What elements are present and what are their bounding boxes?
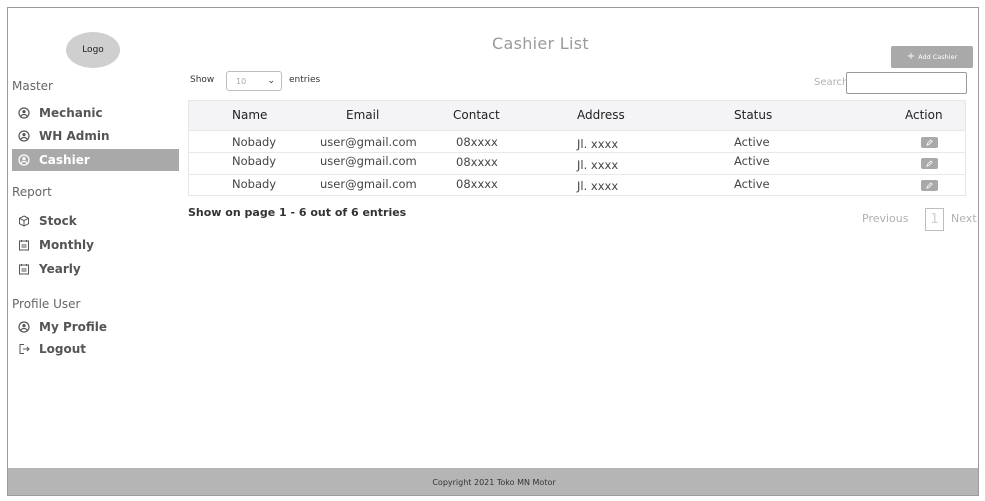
logo: Logo (66, 32, 120, 68)
column-header-action: Action (905, 108, 943, 122)
sidebar-item-yearly[interactable]: Yearly (12, 258, 179, 280)
edit-icon (926, 139, 933, 146)
page-title: Cashier List (492, 34, 589, 53)
cell-contact: 08xxxx (456, 155, 498, 169)
user-circle-icon (18, 107, 30, 119)
add-cashier-button[interactable]: + Add Cashier (891, 46, 973, 68)
user-circle-icon (18, 321, 30, 333)
sidebar-item-label: WH Admin (39, 129, 110, 143)
cell-email: user@gmail.com (320, 135, 417, 149)
sidebar-item-cashier[interactable]: Cashier (12, 149, 179, 171)
section-title-report: Report (12, 185, 52, 199)
column-header-address: Address (577, 108, 625, 122)
app-frame: Logo Master Mechanic WH Admin Cashier Re… (7, 7, 979, 496)
edit-button[interactable] (921, 180, 938, 191)
cell-status: Active (734, 154, 770, 168)
section-title-profile-user: Profile User (12, 297, 81, 311)
sidebar-item-my-profile[interactable]: My Profile (12, 316, 179, 338)
cell-status: Active (734, 177, 770, 191)
column-header-status: Status (734, 108, 773, 122)
edit-button[interactable] (921, 137, 938, 148)
cashier-table: Name Email Contact Address Status Action… (188, 100, 966, 196)
cell-address: Jl. xxxx (577, 137, 619, 151)
column-header-name: Name (232, 108, 268, 122)
table-info: Show on page 1 - 6 out of 6 entries (188, 206, 407, 219)
cell-name: Nobady (232, 177, 277, 191)
chevron-down-icon: ⌄ (267, 76, 275, 86)
user-circle-icon (18, 130, 30, 142)
cell-address: Jl. xxxx (577, 158, 619, 172)
footer: Copyright 2021 Toko MN Motor (8, 468, 978, 495)
next-button[interactable]: Next (951, 212, 977, 225)
calendar-icon (18, 263, 30, 275)
sidebar-item-label: Logout (39, 342, 87, 356)
cell-contact: 08xxxx (456, 177, 498, 191)
section-title-master: Master (12, 79, 53, 93)
calendar-icon (18, 239, 30, 251)
entries-length-value: 10 (236, 76, 247, 86)
sidebar-item-wh-admin[interactable]: WH Admin (12, 125, 179, 147)
entries-length-select[interactable]: 10 ⌄ (226, 71, 282, 91)
cell-name: Nobady (232, 135, 277, 149)
sidebar-item-stock[interactable]: Stock (12, 210, 179, 232)
cell-name: Nobady (232, 154, 277, 168)
cell-status: Active (734, 135, 770, 149)
previous-button[interactable]: Previous (862, 212, 909, 225)
cell-email: user@gmail.com (320, 177, 417, 191)
sidebar-item-label: Mechanic (39, 106, 103, 120)
show-label: Show (190, 75, 215, 85)
cell-contact: 08xxxx (456, 135, 498, 149)
logo-text: Logo (82, 45, 104, 55)
user-circle-icon (18, 154, 30, 166)
cell-address: Jl. xxxx (577, 179, 619, 193)
sidebar-item-label: My Profile (39, 320, 108, 334)
sidebar-item-logout[interactable]: Logout (12, 338, 179, 360)
sidebar-item-mechanic[interactable]: Mechanic (12, 102, 179, 124)
page-button-1[interactable]: 1 (925, 208, 944, 231)
table-row: Nobady user@gmail.com 08xxxx Jl. xxxx Ac… (189, 130, 965, 152)
edit-button[interactable] (921, 158, 938, 169)
edit-icon (926, 160, 933, 167)
copyright-text: Copyright 2021 Toko MN Motor (432, 478, 556, 487)
edit-icon (926, 182, 933, 189)
column-header-email: Email (346, 108, 380, 122)
table-row: Nobady user@gmail.com 08xxxx Jl. xxxx Ac… (189, 152, 965, 174)
table-header: Name Email Contact Address Status Action (189, 101, 965, 130)
sidebar-item-label: Monthly (39, 238, 94, 252)
plus-icon: + (906, 51, 916, 62)
table-row: Nobady user@gmail.com 08xxxx Jl. xxxx Ac… (189, 174, 965, 196)
box-icon (18, 215, 30, 227)
sidebar-item-monthly[interactable]: Monthly (12, 234, 179, 256)
sidebar-item-label: Stock (39, 214, 77, 228)
column-header-contact: Contact (453, 108, 500, 122)
cell-email: user@gmail.com (320, 154, 417, 168)
search-input[interactable] (846, 72, 967, 94)
entries-label: entries (289, 75, 321, 85)
add-cashier-label: Add Cashier (918, 53, 958, 61)
logout-icon (18, 343, 30, 355)
sidebar-item-label: Yearly (39, 262, 81, 276)
sidebar-item-label: Cashier (39, 153, 90, 167)
